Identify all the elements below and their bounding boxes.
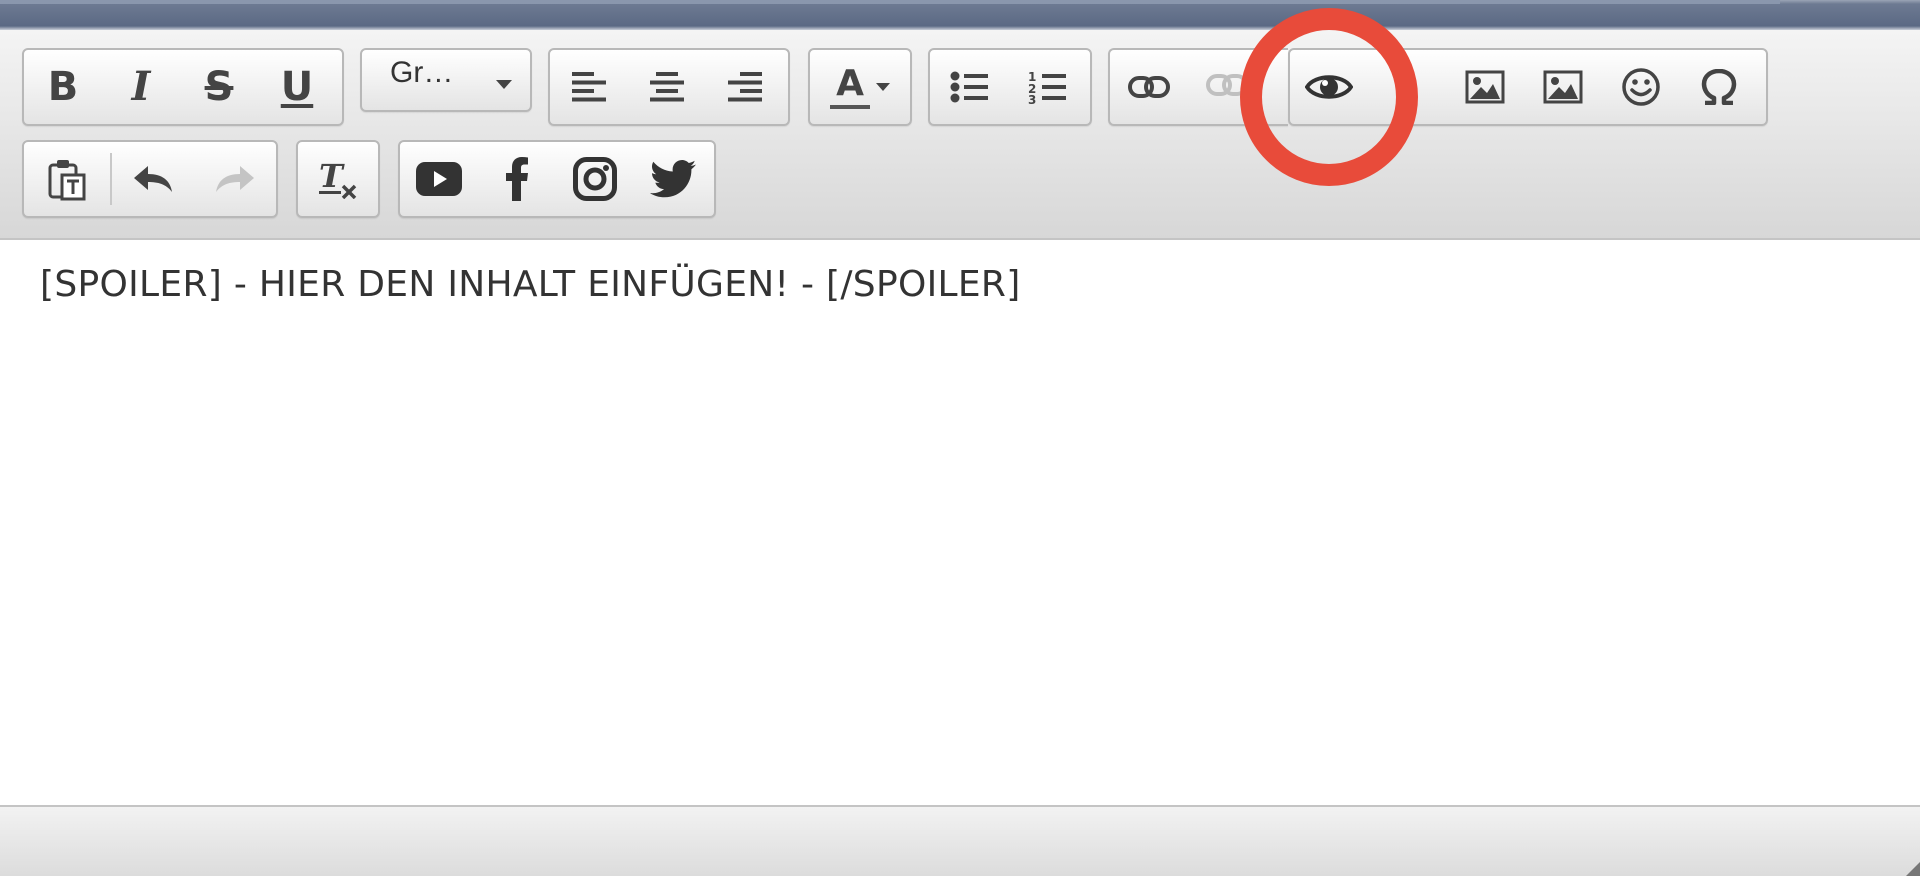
- underline-glyph: U: [280, 64, 314, 110]
- editor-text: [SPOILER] - HIER DEN INHALT EINFÜGEN! - …: [40, 264, 1021, 305]
- editor-status-bar: [0, 805, 1920, 876]
- unlink-icon: [1206, 74, 1248, 96]
- remove-format-group: T: [296, 140, 380, 218]
- svg-text:3: 3: [1028, 93, 1036, 104]
- link-icon: [1128, 76, 1170, 98]
- eye-icon: [1305, 75, 1353, 99]
- clipboard-group: [22, 140, 278, 218]
- anchor-button[interactable]: [1368, 50, 1446, 124]
- strike-glyph: S: [204, 64, 234, 110]
- image-alt-button[interactable]: [1524, 50, 1602, 124]
- text-color-swatch: A: [830, 62, 870, 109]
- font-combo-group: Gr…: [360, 48, 532, 112]
- window-top-bar: [0, 0, 1920, 30]
- text-color-group: A: [808, 48, 912, 126]
- bulleted-list-icon: [950, 71, 988, 103]
- align-center-icon: [650, 72, 684, 102]
- remove-format-icon: T: [319, 159, 357, 199]
- font-combo-value: Gr…: [390, 56, 454, 89]
- twitter-icon: [650, 160, 696, 198]
- top-bar-highlight: [0, 0, 1780, 4]
- list-group: 123: [928, 48, 1092, 126]
- image-icon: [1465, 70, 1505, 104]
- text-color-glyph: A: [836, 62, 864, 104]
- resize-handle-icon[interactable]: [1902, 858, 1920, 876]
- bold-glyph: B: [47, 64, 79, 110]
- smiley-icon: [1622, 68, 1660, 106]
- image-button[interactable]: [1446, 50, 1524, 124]
- italic-glyph: I: [131, 63, 151, 110]
- align-right-icon: [728, 72, 762, 102]
- text-color-button[interactable]: A: [810, 50, 910, 124]
- image-icon: [1543, 70, 1583, 104]
- basicstyles-group: B I S U: [22, 48, 344, 126]
- text-color-bar: [830, 104, 870, 109]
- paste-text-button[interactable]: [24, 142, 110, 216]
- spoiler-eye-button[interactable]: [1290, 50, 1368, 124]
- svg-text:T: T: [319, 159, 345, 195]
- undo-icon: [134, 166, 172, 192]
- link-button[interactable]: [1110, 50, 1188, 124]
- font-size-dropdown[interactable]: Gr…: [362, 50, 530, 110]
- undo-button[interactable]: [112, 142, 194, 216]
- twitter-button[interactable]: [634, 142, 712, 216]
- italic-button[interactable]: I: [102, 50, 180, 124]
- insert-group: [1288, 48, 1768, 126]
- align-right-button[interactable]: [706, 50, 784, 124]
- special-char-button[interactable]: [1680, 50, 1758, 124]
- youtube-icon: [416, 162, 462, 196]
- numbered-list-button[interactable]: 123: [1008, 50, 1086, 124]
- flag-icon: [1398, 76, 1416, 96]
- facebook-icon: [506, 157, 528, 201]
- text-color-inner: A: [830, 62, 890, 109]
- remove-format-button[interactable]: T: [298, 142, 378, 216]
- chevron-down-icon: [876, 83, 890, 91]
- bulleted-list-button[interactable]: [930, 50, 1008, 124]
- editor-content-area[interactable]: [SPOILER] - HIER DEN INHALT EINFÜGEN! - …: [0, 240, 1920, 805]
- editor-toolbar: B I S U Gr… A 1 2 3 T: [0, 30, 1920, 240]
- underline-button[interactable]: U: [258, 50, 336, 124]
- align-group: [548, 48, 790, 126]
- facebook-button[interactable]: [478, 142, 556, 216]
- redo-button[interactable]: [194, 142, 276, 216]
- instagram-button[interactable]: [556, 142, 634, 216]
- align-left-icon: [572, 72, 606, 102]
- bold-button[interactable]: B: [24, 50, 102, 124]
- smiley-button[interactable]: [1602, 50, 1680, 124]
- numbered-list-icon: 123: [1028, 70, 1066, 104]
- youtube-button[interactable]: [400, 142, 478, 216]
- strike-button[interactable]: S: [180, 50, 258, 124]
- align-center-button[interactable]: [628, 50, 706, 124]
- link-group: [1108, 48, 1288, 126]
- unlink-button[interactable]: [1188, 50, 1266, 124]
- omega-icon: [1701, 69, 1737, 105]
- social-group: [398, 140, 716, 218]
- instagram-icon: [573, 157, 617, 201]
- chevron-down-icon: [496, 80, 512, 89]
- align-left-button[interactable]: [550, 50, 628, 124]
- paste-text-icon: [48, 160, 86, 201]
- redo-icon: [216, 166, 254, 192]
